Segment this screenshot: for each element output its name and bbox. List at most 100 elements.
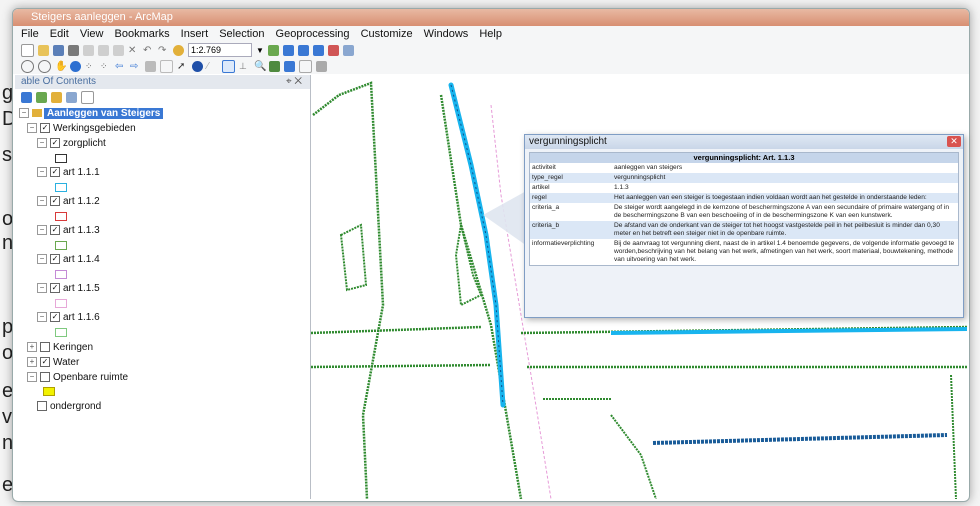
visibility-checkbox[interactable]: ✓ (40, 123, 50, 134)
identify-icon[interactable] (192, 60, 203, 72)
visibility-checkbox[interactable]: ✓ (50, 196, 60, 207)
collapse-icon[interactable]: − (19, 108, 29, 119)
list-by-source-icon[interactable] (36, 91, 47, 103)
collapse-icon[interactable]: − (27, 372, 37, 383)
zoom-in-icon[interactable] (21, 59, 34, 73)
layer-row[interactable]: − ✓ art 1.1.4 (37, 253, 100, 266)
layer-ondergrond[interactable]: ondergrond (37, 400, 101, 413)
python-icon[interactable] (342, 44, 354, 56)
menu-customize[interactable]: Customize (361, 28, 413, 40)
menu-view[interactable]: View (80, 28, 104, 40)
menu-selection[interactable]: Selection (219, 28, 264, 40)
hyperlink-icon[interactable]: ⁄ (207, 61, 218, 72)
group-keringen[interactable]: + Keringen (27, 341, 93, 354)
redo-icon[interactable]: ↷ (158, 45, 169, 56)
visibility-checkbox[interactable]: ✓ (40, 357, 50, 368)
expand-icon[interactable]: + (27, 357, 37, 368)
collapse-icon[interactable]: − (37, 283, 47, 294)
collapse-icon[interactable]: − (37, 254, 47, 265)
list-by-selection-icon[interactable] (66, 91, 77, 103)
group-openbare-ruimte[interactable]: − Openbare ruimte (27, 371, 128, 384)
attr-key: informatieverplichting (532, 240, 595, 247)
fixed-zoom-out-icon[interactable]: ⁘ (100, 61, 111, 72)
find-icon[interactable]: 🔍 (254, 61, 266, 72)
visibility-checkbox[interactable]: ✓ (50, 167, 60, 178)
pin-icon[interactable]: ⌖ ✕ (286, 75, 302, 89)
visibility-checkbox[interactable]: ✓ (50, 312, 60, 323)
visibility-checkbox[interactable]: ✓ (50, 138, 60, 149)
editor-icon[interactable] (267, 44, 279, 56)
visibility-checkbox[interactable]: ✓ (50, 283, 60, 294)
legend-swatch (55, 299, 67, 308)
new-icon[interactable] (21, 43, 34, 57)
fixed-zoom-in-icon[interactable]: ⁘ (85, 61, 96, 72)
group-werkingsgebieden[interactable]: − ✓ Werkingsgebieden (27, 122, 136, 135)
undo-icon[interactable]: ↶ (143, 45, 154, 56)
group-water[interactable]: + ✓ Water (27, 356, 79, 369)
list-by-drawing-order-icon[interactable] (21, 91, 32, 103)
chevron-down-icon[interactable]: ▼ (256, 46, 264, 55)
menu-bookmarks[interactable]: Bookmarks (115, 28, 170, 40)
close-icon[interactable]: ✕ (947, 136, 961, 147)
delete-icon[interactable]: ✕ (128, 45, 139, 56)
collapse-icon[interactable]: − (37, 196, 47, 207)
collapse-icon[interactable]: − (37, 225, 47, 236)
layer-row[interactable]: − ✓ art 1.1.2 (37, 195, 100, 208)
select-features-icon[interactable] (145, 60, 156, 72)
select-elements-icon[interactable]: ➚ (177, 61, 188, 72)
cut-icon[interactable] (83, 44, 94, 56)
full-extent-icon[interactable] (70, 60, 81, 72)
layer-row[interactable]: − ✓ art 1.1.3 (37, 224, 100, 237)
toc-window-icon[interactable] (282, 44, 294, 56)
layer-row[interactable]: − ✓ zorgplicht (37, 137, 106, 150)
menu-windows[interactable]: Windows (424, 28, 469, 40)
viewer-icon[interactable] (316, 60, 327, 72)
copy-icon[interactable] (98, 44, 109, 56)
zoom-out-icon[interactable] (38, 59, 51, 73)
layer-row[interactable]: − ✓ art 1.1.1 (37, 166, 100, 179)
catalog-icon[interactable] (297, 44, 309, 56)
goto-xy-icon[interactable] (284, 60, 295, 72)
paste-icon[interactable] (113, 44, 124, 56)
clear-selection-icon[interactable] (160, 59, 173, 73)
menu-file[interactable]: File (21, 28, 39, 40)
visibility-checkbox[interactable] (40, 342, 50, 353)
collapse-icon[interactable]: − (37, 312, 47, 323)
layer-row[interactable]: − ✓ art 1.1.6 (37, 311, 100, 324)
parcel-outline (454, 224, 483, 307)
visibility-checkbox[interactable] (37, 401, 47, 412)
collapse-icon[interactable]: − (27, 123, 37, 134)
save-icon[interactable] (53, 44, 64, 56)
visibility-checkbox[interactable]: ✓ (50, 225, 60, 236)
collapse-icon[interactable]: − (37, 138, 47, 149)
back-icon[interactable]: ⇦ (115, 61, 126, 72)
visibility-checkbox[interactable]: ✓ (50, 254, 60, 265)
print-icon[interactable] (68, 44, 79, 56)
menu-insert[interactable]: Insert (181, 28, 209, 40)
visibility-checkbox[interactable] (40, 372, 50, 383)
html-popup-icon[interactable] (222, 59, 235, 73)
scale-input[interactable]: 1:2.769 (188, 43, 252, 57)
time-slider-icon[interactable] (299, 59, 312, 73)
tree-root[interactable]: − Aanleggen van Steigers (19, 107, 164, 120)
search-window-icon[interactable] (312, 44, 324, 56)
expand-icon[interactable]: + (27, 342, 37, 353)
find-route-icon[interactable] (269, 60, 280, 72)
parcel-outline (338, 81, 385, 499)
arctoolbox-icon[interactable] (327, 44, 339, 56)
root-layer-label[interactable]: Aanleggen van Steigers (44, 108, 164, 119)
layer-label: art 1.1.2 (63, 196, 100, 207)
layer-row[interactable]: − ✓ art 1.1.5 (37, 282, 100, 295)
list-by-visibility-icon[interactable] (51, 91, 62, 103)
add-data-icon[interactable] (173, 44, 184, 56)
pan-icon[interactable]: ✋ (55, 61, 67, 72)
menu-help[interactable]: Help (479, 28, 502, 40)
open-icon[interactable] (38, 44, 49, 56)
menu-geoprocessing[interactable]: Geoprocessing (276, 28, 350, 40)
options-icon[interactable] (81, 90, 94, 104)
forward-icon[interactable]: ⇨ (130, 61, 141, 72)
collapse-icon[interactable]: − (37, 167, 47, 178)
menu-edit[interactable]: Edit (50, 28, 69, 40)
water-channel (652, 433, 948, 445)
measure-icon[interactable]: ⊥ (239, 61, 250, 72)
